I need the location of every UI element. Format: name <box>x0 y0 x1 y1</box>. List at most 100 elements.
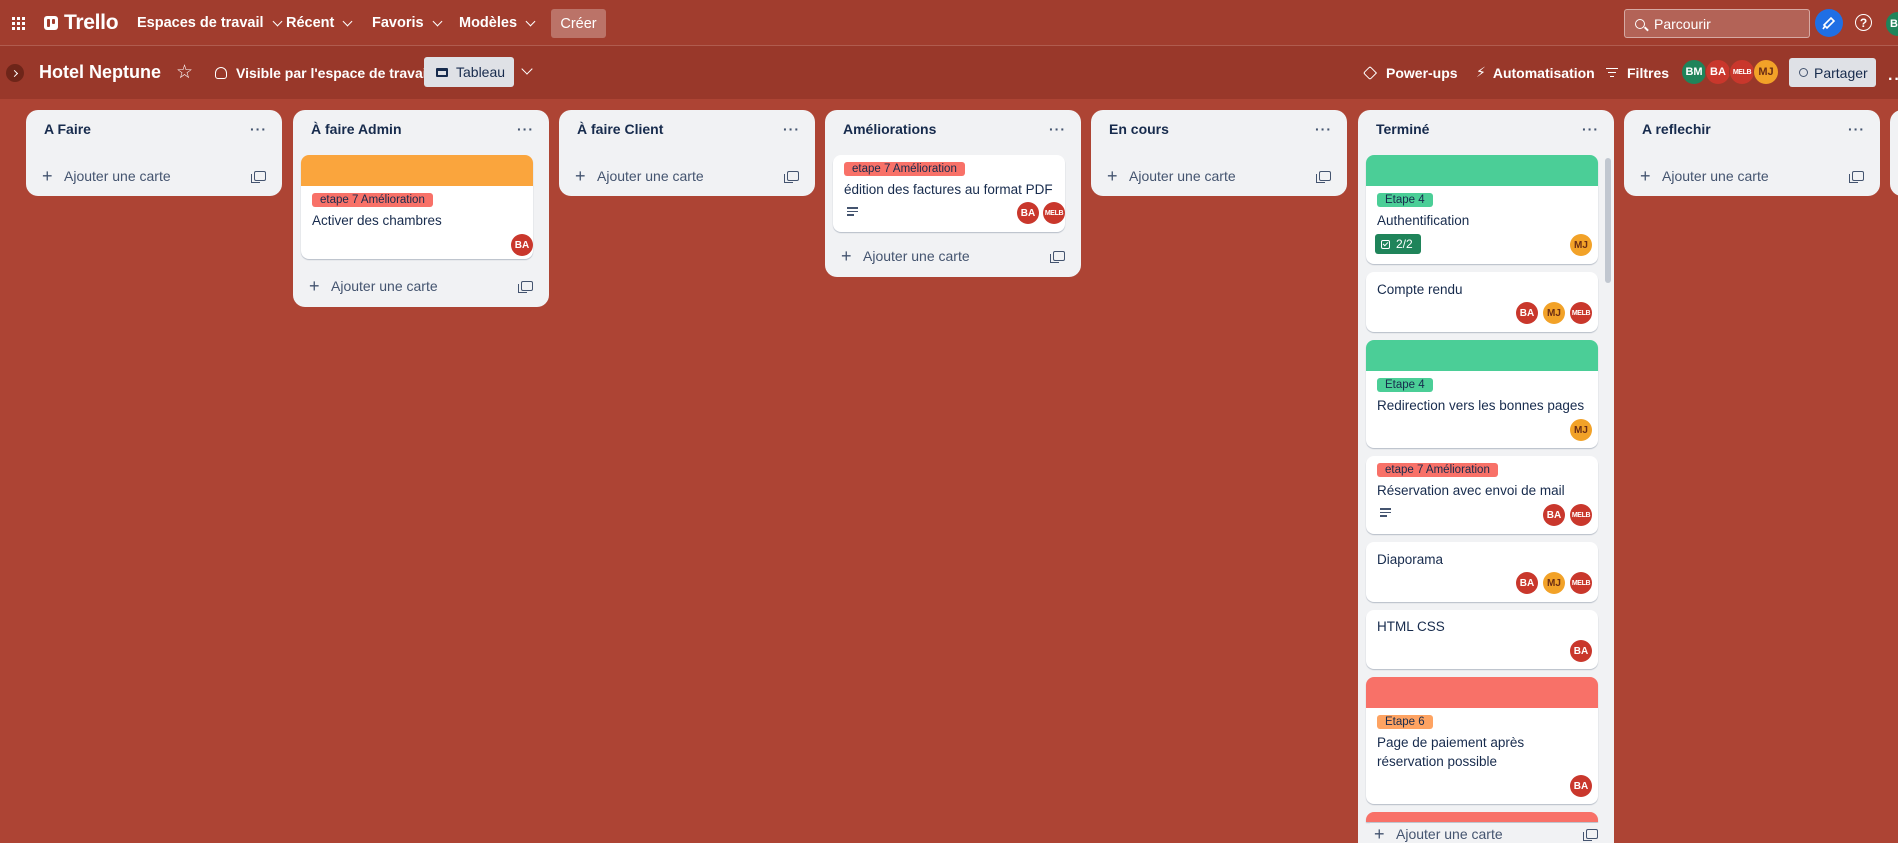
card-member-avatar[interactable]: BA <box>1516 302 1538 324</box>
card-member-avatar[interactable]: MELB <box>1043 202 1065 224</box>
list-title[interactable]: En cours <box>1109 121 1169 137</box>
card[interactable]: Etape 6 Page de paiement après réservati… <box>1366 677 1598 804</box>
trello-logo[interactable]: Trello <box>44 0 119 46</box>
card-member-avatar[interactable]: BA <box>1570 640 1592 662</box>
add-card-button[interactable]: + Ajouter une carte <box>1103 162 1335 190</box>
filters-button[interactable]: Filtres <box>1606 46 1669 99</box>
list-title[interactable]: Améliorations <box>843 121 936 137</box>
member-avatar[interactable]: MJ <box>1753 59 1779 85</box>
card-template-icon[interactable] <box>1050 251 1065 263</box>
add-card-button[interactable]: + Ajouter une carte <box>38 162 270 190</box>
rocket-icon <box>1362 65 1378 80</box>
account-avatar[interactable]: BM <box>1886 12 1898 36</box>
view-switcher-chevron-icon[interactable] <box>521 63 533 75</box>
add-card-button[interactable]: + Ajouter une carte <box>305 272 537 300</box>
list-title[interactable]: A Faire <box>44 121 91 137</box>
add-card-button[interactable]: + Ajouter une carte <box>571 162 803 190</box>
board-menu-icon[interactable]: ··· <box>1888 71 1898 89</box>
card-template-icon[interactable] <box>251 171 266 183</box>
list-a-reflechir[interactable]: A reflechir ··· + Ajouter une carte <box>1624 110 1880 196</box>
notifications-button[interactable] <box>1815 9 1843 37</box>
list-title[interactable]: Terminé <box>1376 121 1429 137</box>
list-menu-icon[interactable]: ··· <box>1315 121 1332 137</box>
card[interactable]: Etape 4 Redirection vers les bonnes page… <box>1366 340 1598 448</box>
workspaces-menu-label: Espaces de travail <box>137 15 264 31</box>
card[interactable]: etape 7 Amélioration édition des facture… <box>833 155 1065 232</box>
search-input[interactable]: Parcourir <box>1624 9 1810 38</box>
card-template-icon[interactable] <box>1849 171 1864 183</box>
card[interactable]: etape 7 Amélioration Réservation avec en… <box>1366 456 1598 534</box>
card-cover-partial[interactable] <box>1366 812 1598 822</box>
card-title: Redirection vers les bonnes pages <box>1377 398 1585 413</box>
powerups-label: Power-ups <box>1386 64 1458 81</box>
recent-menu[interactable]: Récent <box>280 0 357 46</box>
card-member-avatar[interactable]: BA <box>1017 202 1039 224</box>
list-menu-icon[interactable]: ··· <box>1848 121 1865 137</box>
card-member-avatar[interactable]: BA <box>1516 572 1538 594</box>
starred-menu-label: Favoris <box>372 15 424 31</box>
create-button[interactable]: Créer <box>551 9 606 38</box>
add-card-label: Ajouter une carte <box>597 168 704 184</box>
automation-button[interactable]: ⚡ Automatisation <box>1476 46 1595 99</box>
board-members[interactable]: BM BA MELB MJ <box>1681 59 1779 85</box>
search-icon <box>1635 18 1645 29</box>
share-button[interactable]: Partager <box>1789 58 1876 87</box>
card-member-avatar[interactable]: MJ <box>1543 572 1565 594</box>
card-member-avatar[interactable]: MJ <box>1570 419 1592 441</box>
list-en-cours[interactable]: En cours ··· + Ajouter une carte <box>1091 110 1347 196</box>
card-template-icon[interactable] <box>1583 829 1598 841</box>
card-member-avatar[interactable]: BA <box>511 234 533 256</box>
add-card-button[interactable]: + Ajouter une carte <box>837 242 1069 270</box>
card[interactable]: Diaporama BA MJ MELB <box>1366 542 1598 602</box>
list-menu-icon[interactable]: ··· <box>517 121 534 137</box>
filter-icon <box>1606 66 1618 79</box>
card-member-avatar[interactable]: MJ <box>1570 234 1592 256</box>
list-termine[interactable]: Terminé ··· Etape 4 Authentification 2/2… <box>1358 110 1614 843</box>
list-menu-icon[interactable]: ··· <box>1049 121 1066 137</box>
list-a-faire-admin[interactable]: À faire Admin ··· etape 7 Amélioration A… <box>293 110 549 307</box>
list-ameliorations[interactable]: Améliorations ··· etape 7 Amélioration é… <box>825 110 1081 277</box>
star-icon[interactable]: ☆ <box>176 46 193 99</box>
chevron-down-icon <box>342 16 353 26</box>
card-member-avatar[interactable]: MJ <box>1543 302 1565 324</box>
visibility-button[interactable]: Visible par l'espace de travail <box>215 46 431 99</box>
add-list-column-edge[interactable] <box>1890 110 1898 196</box>
list-title[interactable]: A reflechir <box>1642 121 1711 137</box>
card-member-avatar[interactable]: MELB <box>1570 572 1592 594</box>
help-icon[interactable]: ? <box>1855 14 1872 31</box>
board-view-label: Tableau <box>456 64 506 80</box>
templates-menu[interactable]: Modèles <box>453 0 540 46</box>
card-member-avatar[interactable]: BA <box>1570 775 1592 797</box>
app-switcher-icon[interactable] <box>12 0 32 46</box>
list-menu-icon[interactable]: ··· <box>1582 121 1599 137</box>
card[interactable]: Compte rendu BA MJ MELB <box>1366 272 1598 332</box>
list-title[interactable]: À faire Client <box>577 121 663 137</box>
add-card-button[interactable]: + Ajouter une carte <box>1636 162 1868 190</box>
member-avatar[interactable]: BA <box>1705 59 1731 85</box>
list-menu-icon[interactable]: ··· <box>250 121 267 137</box>
card[interactable]: etape 7 Amélioration Activer des chambre… <box>301 155 533 259</box>
card-template-icon[interactable] <box>1316 171 1331 183</box>
starred-menu[interactable]: Favoris <box>366 0 447 46</box>
list-scrollbar[interactable] <box>1605 158 1611 283</box>
member-avatar[interactable]: MELB <box>1729 59 1755 85</box>
card-member-avatar[interactable]: MELB <box>1570 302 1592 324</box>
card[interactable]: Etape 4 Authentification 2/2 MJ <box>1366 155 1598 264</box>
card[interactable]: HTML CSS BA <box>1366 610 1598 669</box>
list-menu-icon[interactable]: ··· <box>783 121 800 137</box>
card-member-avatar[interactable]: MELB <box>1570 504 1592 526</box>
list-a-faire-client[interactable]: À faire Client ··· + Ajouter une carte <box>559 110 815 196</box>
card-template-icon[interactable] <box>784 171 799 183</box>
card-template-icon[interactable] <box>518 281 533 293</box>
card-member-avatar[interactable]: BA <box>1543 504 1565 526</box>
member-avatar[interactable]: BM <box>1681 59 1707 85</box>
card-title: Page de paiement après réservation possi… <box>1377 735 1525 769</box>
expand-sidebar-button[interactable] <box>6 64 24 82</box>
board-view-button[interactable]: Tableau <box>424 57 514 87</box>
list-a-faire[interactable]: A Faire ··· + Ajouter une carte <box>26 110 282 196</box>
workspaces-menu[interactable]: Espaces de travail <box>131 0 287 46</box>
add-card-button[interactable]: + Ajouter une carte <box>1370 823 1602 843</box>
list-title[interactable]: À faire Admin <box>311 121 402 137</box>
board-title[interactable]: Hotel Neptune <box>39 46 161 99</box>
powerups-button[interactable]: Power-ups <box>1362 46 1458 99</box>
